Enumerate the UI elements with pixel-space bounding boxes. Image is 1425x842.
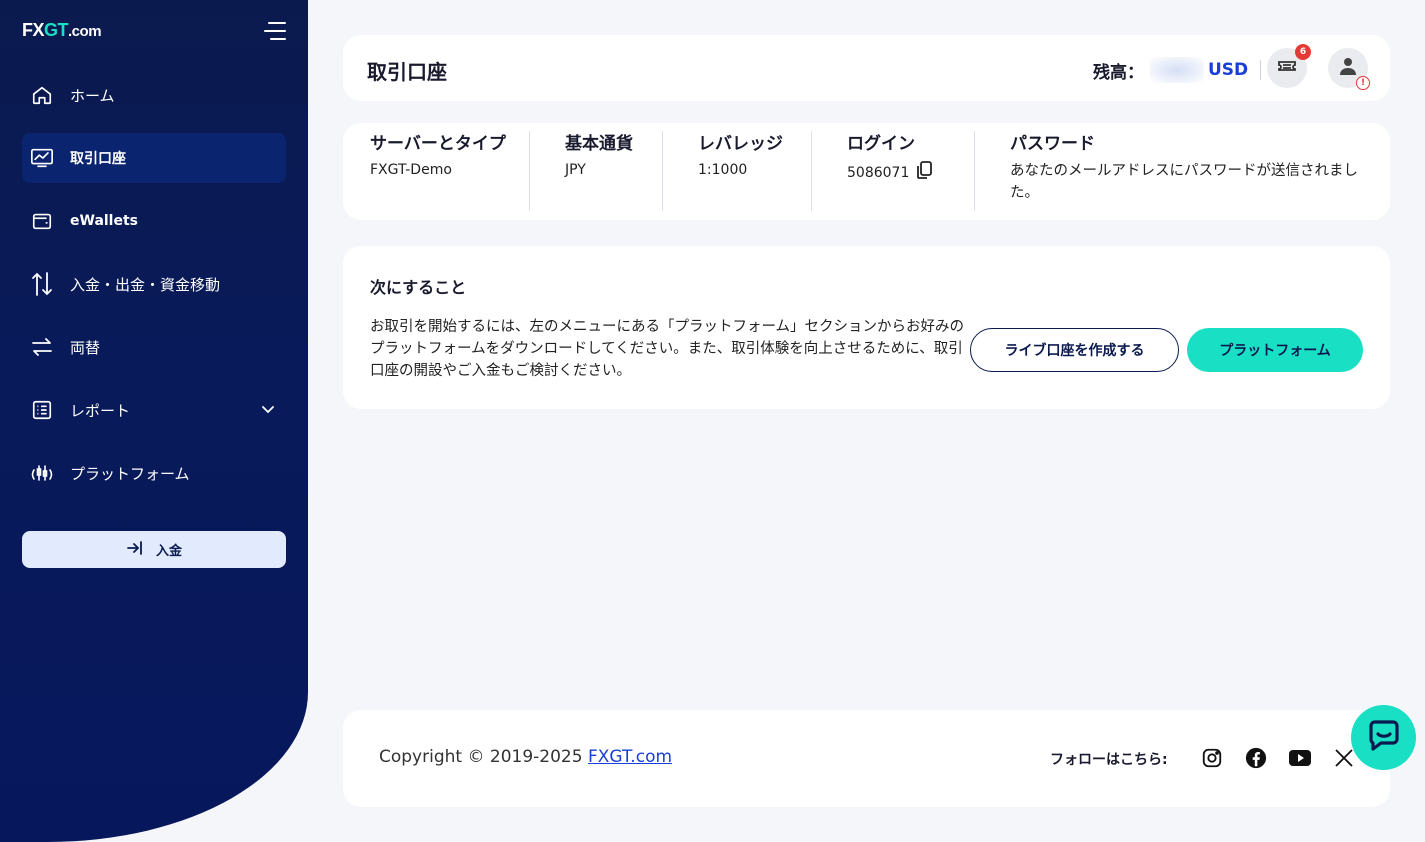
divider <box>529 131 530 211</box>
follow-label: フォローはこちら: <box>1050 752 1168 768</box>
account-info-card: サーバーとタイプ FXGT-Demo 基本通貨 JPY レバレッジ 1:1000… <box>343 123 1390 220</box>
deposit-label: 入金 <box>155 544 182 559</box>
leverage-field: レバレッジ 1:1000 <box>698 131 788 211</box>
tickets-button[interactable]: 6 <box>1267 44 1311 88</box>
notification-badge: 6 <box>1295 44 1311 60</box>
server-type-field: サーバーとタイプ FXGT-Demo <box>370 131 510 211</box>
sidebar-item-home[interactable]: ホーム <box>22 70 286 120</box>
transfer-arrows-icon <box>30 272 54 296</box>
sidebar-item-platform[interactable]: プラットフォーム <box>22 448 286 498</box>
sidebar-item-exchange[interactable]: 両替 <box>22 322 286 372</box>
chat-icon <box>1367 719 1401 756</box>
chart-icon <box>30 146 54 170</box>
exchange-icon <box>30 335 54 359</box>
sidebar-item-label: 入金・出金・資金移動 <box>70 275 221 294</box>
sidebar-item-trading-accounts[interactable]: 取引口座 <box>22 133 286 183</box>
logo-fx-text: FX <box>22 20 45 40</box>
divider <box>811 131 812 211</box>
facebook-icon[interactable] <box>1244 746 1268 770</box>
copyright-text: Copyright © 2019-2025 FXGT.com <box>379 747 672 767</box>
balance-hidden-value <box>1150 57 1204 83</box>
copyright-label: Copyright © 2019-2025 <box>379 747 583 767</box>
ticket-icon <box>1277 58 1297 78</box>
deposit-arrow-icon <box>126 540 144 560</box>
sidebar-item-funds[interactable]: 入金・出金・資金移動 <box>22 259 286 309</box>
sidebar-item-label: 取引口座 <box>70 151 126 167</box>
menu-collapse-icon[interactable] <box>264 22 286 42</box>
server-type-label: サーバーとタイプ <box>370 134 506 154</box>
chat-button[interactable] <box>1351 705 1416 770</box>
instagram-icon[interactable] <box>1200 746 1224 770</box>
server-type-value: FXGT-Demo <box>370 162 452 178</box>
youtube-icon[interactable] <box>1288 746 1312 770</box>
wallet-icon <box>30 209 54 233</box>
password-field: パスワード あなたのメールアドレスにパスワードが送信されました。 <box>1010 131 1365 211</box>
warning-icon: ! <box>1356 76 1370 90</box>
login-label: ログイン <box>847 134 915 154</box>
page-header: 取引口座 残高： USD 6 ! <box>343 35 1390 101</box>
leverage-value: 1:1000 <box>698 162 748 178</box>
sidebar-item-reports[interactable]: レポート <box>22 385 286 435</box>
balance-currency[interactable]: USD <box>1208 60 1248 80</box>
chevron-down-icon[interactable] <box>260 401 276 421</box>
login-field: ログイン 5086071 <box>847 131 967 211</box>
create-live-account-button[interactable]: ライブ口座を作成する <box>970 328 1179 372</box>
sidebar: FXGT.com ホーム 取引口座 eWallets 入金・出金・資金移動 両替… <box>0 0 308 842</box>
platform-button[interactable]: プラットフォーム <box>1187 328 1363 372</box>
balance-display: 残高： USD <box>1093 57 1262 83</box>
footer: Copyright © 2019-2025 FXGT.com フォローはこちら: <box>343 710 1390 807</box>
login-row: 5086071 <box>847 160 967 186</box>
divider <box>974 131 975 211</box>
report-icon <box>30 398 54 422</box>
leverage-label: レバレッジ <box>698 134 783 154</box>
logo-gt-text: GT <box>44 20 69 40</box>
sidebar-item-label: プラットフォーム <box>70 464 190 483</box>
next-steps-text: お取引を開始するには、左のメニューにある「プラットフォーム」セクションからお好み… <box>370 319 965 379</box>
login-value: 5086071 <box>847 165 910 181</box>
platform-icon <box>30 461 54 485</box>
base-currency-value: JPY <box>565 162 586 178</box>
fxgt-link[interactable]: FXGT.com <box>588 747 672 767</box>
copy-icon[interactable] <box>915 160 933 186</box>
divider <box>1260 60 1262 80</box>
sidebar-item-ewallets[interactable]: eWallets <box>22 196 286 246</box>
user-icon <box>1338 56 1358 80</box>
logo-domain-text: .com <box>68 23 102 40</box>
balance-label: 残高： <box>1093 62 1144 83</box>
password-value: あなたのメールアドレスにパスワードが送信されました。 <box>1010 163 1358 201</box>
sidebar-nav: ホーム 取引口座 eWallets 入金・出金・資金移動 両替 レポート プラッ… <box>22 70 286 511</box>
next-steps-title: 次にすること <box>370 278 467 297</box>
divider <box>662 131 663 211</box>
sidebar-item-label: レポート <box>70 401 131 420</box>
fxgt-logo[interactable]: FXGT.com <box>22 20 102 41</box>
sidebar-item-label: ホーム <box>70 86 115 105</box>
sidebar-item-label: 両替 <box>70 338 101 357</box>
base-currency-field: 基本通貨 JPY <box>565 131 635 211</box>
next-steps-card: 次にすること お取引を開始するには、左のメニューにある「プラットフォーム」セクシ… <box>343 246 1390 409</box>
profile-button[interactable]: ! <box>1328 48 1370 90</box>
deposit-button[interactable]: 入金 <box>22 531 286 568</box>
page-title: 取引口座 <box>367 60 447 84</box>
password-label: パスワード <box>1010 134 1095 154</box>
base-currency-label: 基本通貨 <box>565 134 633 154</box>
sidebar-item-label: eWallets <box>70 213 139 229</box>
home-icon <box>30 83 54 107</box>
